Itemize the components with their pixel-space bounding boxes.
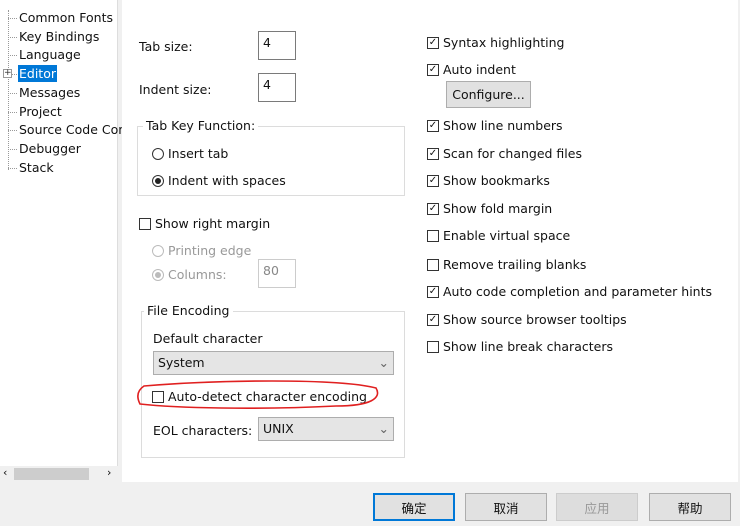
indent-spaces-label: Indent with spaces <box>168 173 286 188</box>
option-label: Auto indent <box>443 62 516 77</box>
help-button[interactable]: 帮助 <box>649 493 731 521</box>
option-checkbox[interactable]: ✓ Show source browser tooltips <box>427 312 627 327</box>
option-checkbox[interactable]: ✓ Auto indent <box>427 62 516 77</box>
checkbox-icon <box>427 340 439 353</box>
option-checkbox[interactable]: Remove trailing blanks <box>427 257 586 272</box>
checkbox-checked-icon: ✓ <box>427 313 439 326</box>
option-label: Syntax highlighting <box>443 35 565 50</box>
tree-item-key-bindings[interactable]: Key Bindings <box>18 28 100 45</box>
radio-selected-icon <box>152 268 164 281</box>
show-right-margin-checkbox[interactable]: Show right margin <box>139 216 270 231</box>
option-label: Show fold margin <box>443 201 553 216</box>
default-character-value: System <box>158 355 205 370</box>
option-label: Scan for changed files <box>443 146 582 161</box>
indent-size-label: Indent size: <box>139 82 212 97</box>
tree-line <box>8 130 17 132</box>
insert-tab-radio[interactable]: Insert tab <box>152 146 228 161</box>
scroll-left-icon[interactable]: ‹ <box>3 466 7 479</box>
checkbox-checked-icon: ✓ <box>427 147 439 160</box>
default-character-select[interactable]: System ⌄ <box>153 351 394 375</box>
option-label: Enable virtual space <box>443 228 571 243</box>
indent-size-input[interactable]: 4 <box>258 73 296 102</box>
red-annotation-circle <box>137 380 379 409</box>
checkbox-icon <box>139 217 151 230</box>
scroll-right-icon[interactable]: › <box>107 466 111 479</box>
radio-icon <box>152 244 164 257</box>
tree-item-project[interactable]: Project <box>18 103 63 120</box>
checkbox-checked-icon: ✓ <box>427 63 439 76</box>
scroll-thumb[interactable] <box>14 468 89 480</box>
option-label: Show line break characters <box>443 339 613 354</box>
file-encoding-title: File Encoding <box>144 303 233 318</box>
tree-line <box>8 111 17 113</box>
option-checkbox[interactable]: ✓ Syntax highlighting <box>427 35 564 50</box>
checkbox-icon <box>427 229 439 242</box>
option-checkbox[interactable]: ✓ Show line numbers <box>427 118 563 133</box>
default-character-label: Default character <box>153 331 263 346</box>
tree-item-debugger[interactable]: Debugger <box>18 140 82 157</box>
option-checkbox[interactable]: ✓ Scan for changed files <box>427 146 582 161</box>
tree-item-source-code-con[interactable]: Source Code Con <box>18 121 127 138</box>
option-checkbox[interactable]: ✓ Auto code completion and parameter hint… <box>427 284 712 299</box>
editor-settings-panel: Tab size: 4 Indent size: 4 Tab Key Funct… <box>122 0 738 482</box>
horizontal-scrollbar[interactable]: ‹ › <box>0 466 118 482</box>
apply-button[interactable]: 应用 <box>556 493 638 521</box>
option-label: Auto code completion and parameter hints <box>443 284 713 299</box>
checkbox-checked-icon: ✓ <box>427 285 439 298</box>
tree-item-language[interactable]: Language <box>18 46 82 63</box>
eol-label: EOL characters: <box>153 423 253 438</box>
tab-size-label: Tab size: <box>139 39 193 54</box>
checkbox-checked-icon: ✓ <box>427 119 439 132</box>
ok-button[interactable]: 确定 <box>373 493 455 521</box>
tab-key-group-title: Tab Key Function: <box>143 118 259 133</box>
insert-tab-label: Insert tab <box>168 146 229 161</box>
chevron-down-icon: ⌄ <box>378 355 389 370</box>
option-checkbox[interactable]: ✓ Show fold margin <box>427 201 552 216</box>
option-checkbox[interactable]: Show line break characters <box>427 339 613 354</box>
tree-item-stack[interactable]: Stack <box>18 159 55 176</box>
indent-spaces-radio[interactable]: Indent with spaces <box>152 173 286 188</box>
option-label: Show line numbers <box>443 118 563 133</box>
printing-edge-radio[interactable]: Printing edge <box>152 243 251 258</box>
tab-size-input[interactable]: 4 <box>258 31 296 60</box>
configure-button[interactable]: Configure... <box>446 81 531 108</box>
option-checkbox[interactable]: ✓ Show bookmarks <box>427 173 550 188</box>
tree-line <box>8 18 17 19</box>
radio-icon <box>152 147 164 160</box>
tree-line <box>8 55 17 57</box>
eol-value: UNIX <box>263 421 294 436</box>
option-label: Remove trailing blanks <box>443 257 587 272</box>
tree-line <box>8 167 17 169</box>
checkbox-checked-icon: ✓ <box>427 202 439 215</box>
columns-label: Columns: <box>168 267 227 282</box>
tree-item-common-fonts[interactable]: Common Fonts <box>18 9 114 26</box>
tree-line <box>8 92 17 94</box>
eol-select[interactable]: UNIX ⌄ <box>258 417 394 441</box>
chevron-down-icon: ⌄ <box>378 421 389 436</box>
expand-icon[interactable]: + <box>3 69 12 78</box>
columns-radio[interactable]: Columns: <box>152 267 227 282</box>
checkbox-checked-icon: ✓ <box>427 174 439 187</box>
tree-line <box>8 148 17 150</box>
checkbox-checked-icon: ✓ <box>427 36 439 49</box>
columns-input[interactable]: 80 <box>258 259 296 288</box>
show-right-margin-label: Show right margin <box>155 216 271 231</box>
radio-selected-icon <box>152 174 164 187</box>
tree-line <box>8 10 9 170</box>
checkbox-icon <box>427 258 439 271</box>
printing-edge-label: Printing edge <box>168 243 252 258</box>
option-label: Show bookmarks <box>443 173 550 188</box>
option-checkbox[interactable]: Enable virtual space <box>427 228 570 243</box>
category-tree[interactable]: Common Fonts Key Bindings Language Editor Me… <box>0 0 126 482</box>
option-label: Show source browser tooltips <box>443 312 627 327</box>
cancel-button[interactable]: 取消 <box>465 493 547 521</box>
tree-line <box>8 36 17 38</box>
tree-item-editor[interactable]: Editor <box>18 65 57 83</box>
tree-item-messages[interactable]: Messages <box>18 84 81 101</box>
